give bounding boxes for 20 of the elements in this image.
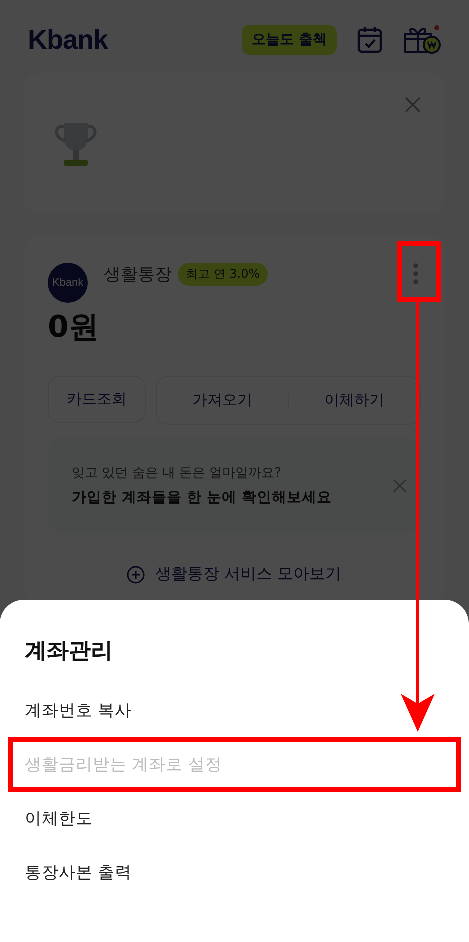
card-lookup-button[interactable]: 카드조회 <box>48 376 146 423</box>
sheet-title: 계좌관리 <box>25 638 114 666</box>
plus-circle-icon <box>127 566 146 584</box>
more-icon[interactable] <box>413 263 419 285</box>
menu-item[interactable]: 이체한도 <box>25 792 444 846</box>
notice-title: 가입한 계좌들을 한 눈에 확인해보세요 <box>72 489 332 507</box>
attendance-badge[interactable]: 오늘도 출첵 <box>242 25 337 55</box>
highlight-box <box>397 241 441 302</box>
balance-amount: 0원 <box>48 309 100 347</box>
kbank-logo: Kbank <box>28 24 108 56</box>
close-icon[interactable] <box>405 97 421 113</box>
close-icon[interactable] <box>393 478 407 492</box>
gift-icon[interactable] <box>403 25 441 55</box>
menu-item[interactable]: 계좌번호 복사 <box>25 684 444 738</box>
account-name: 생활통장 <box>104 264 172 286</box>
rate-badge: 최고 연 3.0% <box>178 263 268 286</box>
menu-item[interactable]: 통장사본 출력 <box>25 846 444 900</box>
kbank-logo: Kbank <box>48 263 88 303</box>
calendar-check-icon[interactable] <box>357 26 383 54</box>
services-link[interactable]: 생활통장 서비스 모아보기 <box>155 564 342 585</box>
